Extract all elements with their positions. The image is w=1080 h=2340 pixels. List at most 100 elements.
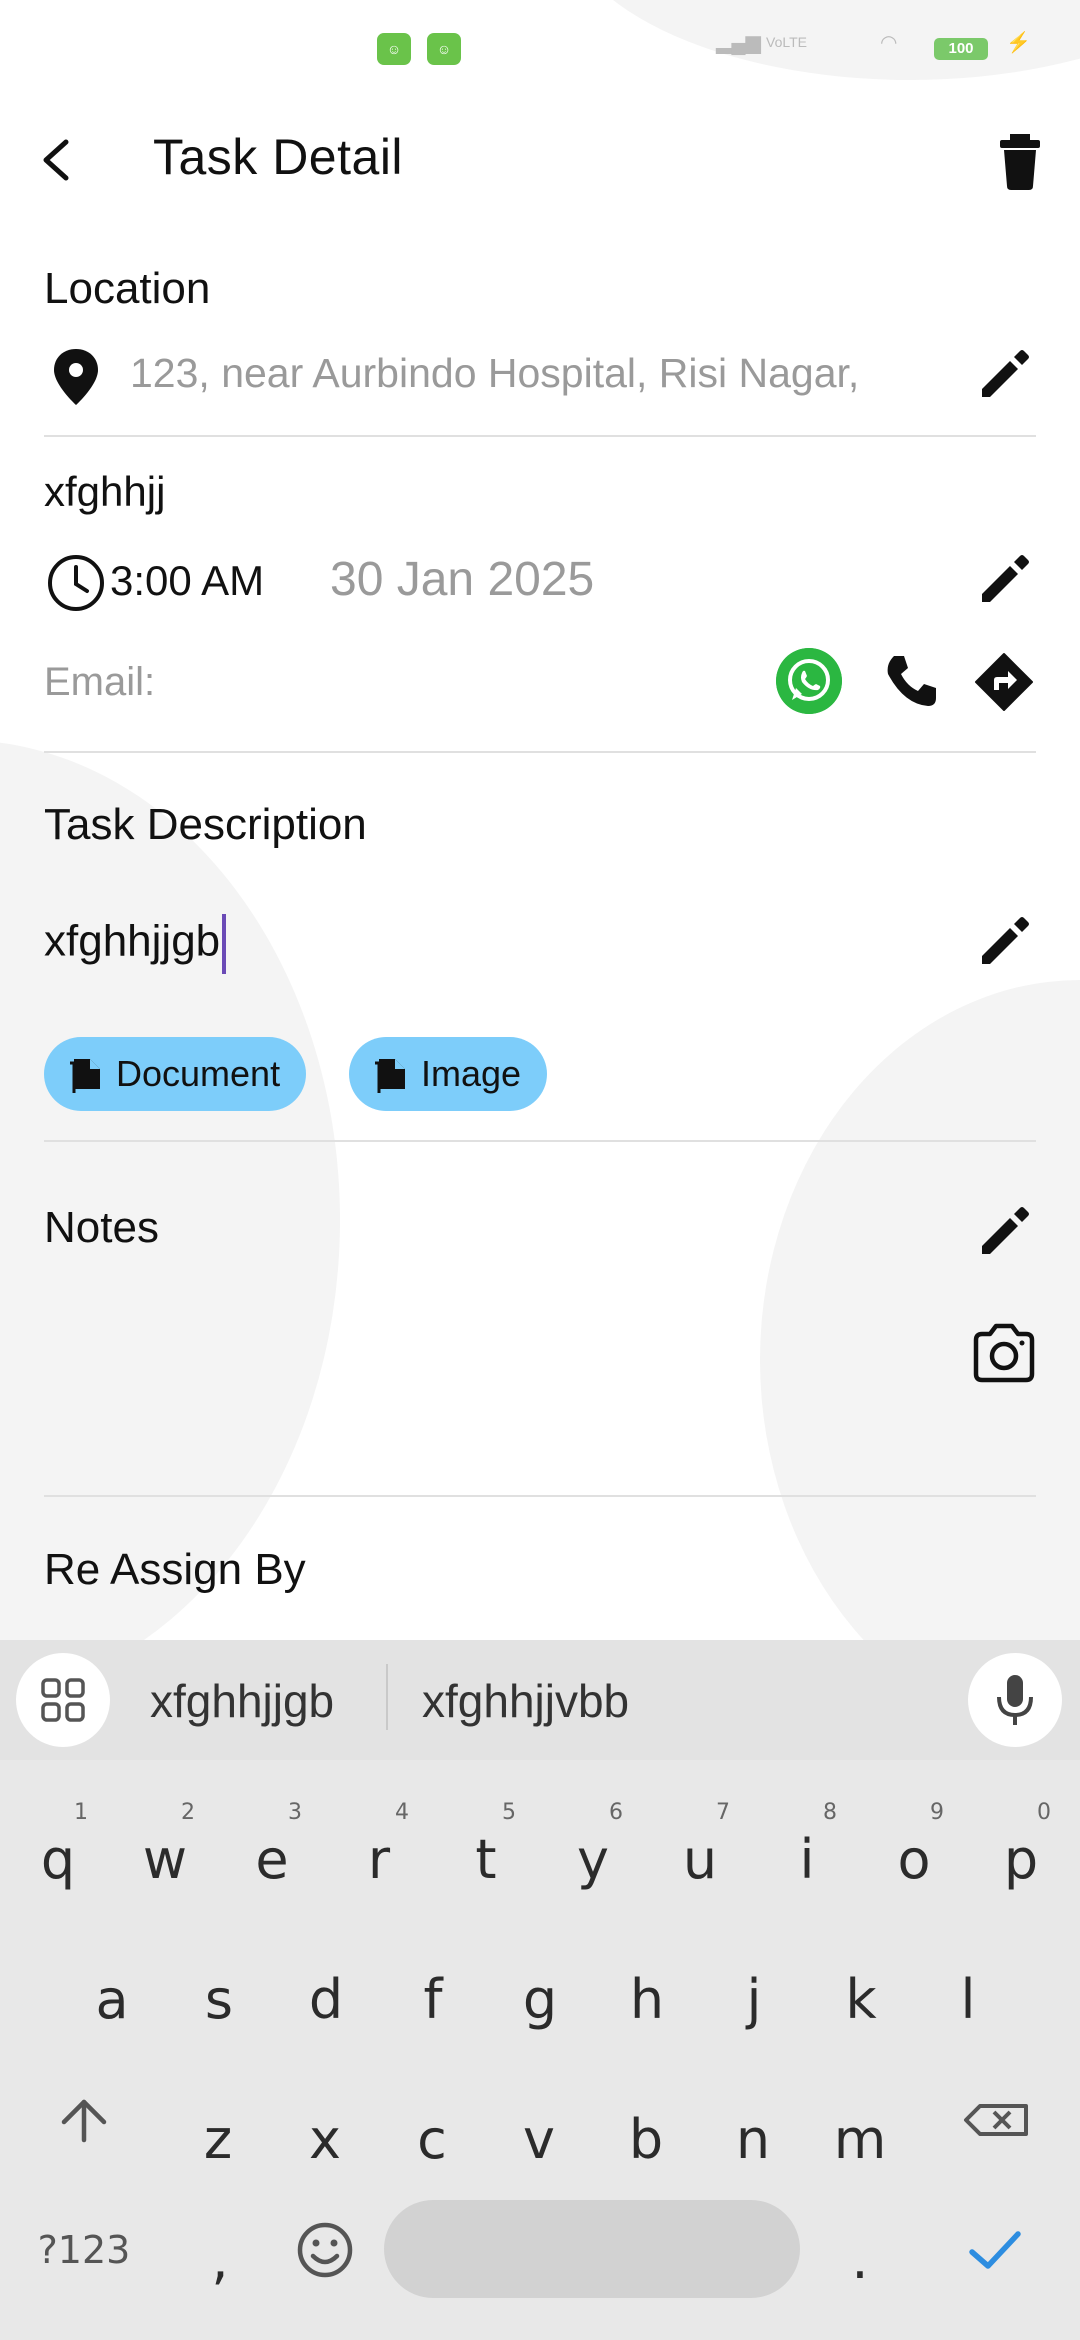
key-s[interactable]: s (169, 1930, 269, 2050)
task-description-heading: Task Description (44, 800, 367, 849)
key-r[interactable]: r4 (329, 1790, 429, 1910)
key-label: q (40, 1828, 76, 1891)
trash-icon[interactable] (990, 128, 1050, 192)
check-icon (969, 2231, 1021, 2269)
task-date: 30 Jan 2025 (330, 553, 595, 606)
space-key[interactable] (384, 2200, 800, 2298)
key-label: h (629, 1968, 665, 2031)
key-hint: 6 (609, 1800, 623, 1825)
edit-description-icon[interactable] (972, 910, 1036, 974)
key-i[interactable]: i8 (757, 1790, 857, 1910)
key-hint: 3 (288, 1800, 302, 1825)
key-hint: 9 (930, 1800, 944, 1825)
key-l[interactable]: l (918, 1930, 1018, 2050)
edit-schedule-icon[interactable] (972, 548, 1036, 612)
key-label: i (799, 1828, 815, 1891)
wifi-icon: ◠ (880, 32, 898, 54)
key-label: d (308, 1968, 344, 2031)
phone-icon[interactable] (880, 650, 942, 712)
key-label: w (142, 1828, 188, 1891)
key-hint: 2 (181, 1800, 195, 1825)
key-label: j (746, 1968, 762, 2031)
key-w[interactable]: w2 (115, 1790, 215, 1910)
notification-icon: ☺ (377, 33, 411, 65)
comma-key[interactable]: , (170, 2190, 270, 2310)
key-h[interactable]: h (597, 1930, 697, 2050)
network-label: VoLTE (766, 34, 807, 50)
suggestion-1[interactable]: xfghhjjgb (150, 1674, 334, 1728)
emoji-key[interactable] (275, 2190, 375, 2310)
document-chip[interactable]: Document (44, 1037, 307, 1111)
confirm-key[interactable] (944, 2190, 1044, 2310)
key-n[interactable]: n (703, 2070, 803, 2190)
key-label: b (628, 2108, 664, 2171)
back-arrow-icon[interactable] (30, 128, 90, 192)
grid-icon (41, 1678, 85, 1722)
key-label: m (833, 2108, 887, 2171)
divider (44, 1495, 1036, 1497)
symbols-key[interactable]: ?123 (34, 2190, 134, 2310)
background-shape (0, 740, 340, 1640)
key-label: l (960, 1968, 976, 2031)
backspace-icon (964, 2104, 1028, 2136)
location-address: 123, near Aurbindo Hospital, Risi Nagar, (130, 350, 860, 396)
location-pin-icon (54, 349, 98, 405)
key-label: v (523, 2108, 555, 2171)
key-c[interactable]: c (382, 2070, 482, 2190)
notification-icon: ☺ (427, 33, 461, 65)
key-hint: 7 (716, 1800, 730, 1825)
suggestion-bar: xfghhjjgb xfghhjjvbb (0, 1640, 1080, 1760)
emoji-icon (297, 2222, 353, 2278)
key-label: t (475, 1828, 497, 1891)
image-chip-label: Image (421, 1053, 522, 1094)
key-j[interactable]: j (704, 1930, 804, 2050)
whatsapp-icon[interactable] (776, 648, 842, 714)
key-z[interactable]: z (168, 2070, 268, 2190)
key-f[interactable]: f (383, 1930, 483, 2050)
edit-notes-icon[interactable] (972, 1200, 1036, 1264)
grid-button[interactable] (16, 1653, 110, 1747)
key-d[interactable]: d (276, 1930, 376, 2050)
key-m[interactable]: m (810, 2070, 910, 2190)
suggestion-divider (386, 1664, 388, 1730)
image-chip[interactable]: Image (349, 1037, 548, 1111)
shift-key[interactable] (34, 2060, 134, 2180)
document-chip-label: Document (116, 1053, 281, 1094)
task-description-input[interactable]: xfghhjjgb (44, 914, 227, 974)
key-o[interactable]: o9 (864, 1790, 964, 1910)
key-g[interactable]: g (490, 1930, 590, 2050)
directions-icon[interactable] (972, 650, 1036, 714)
key-label: f (423, 1968, 443, 2031)
mic-button[interactable] (968, 1653, 1062, 1747)
key-q[interactable]: q1 (8, 1790, 108, 1910)
location-heading: Location (44, 264, 211, 313)
key-label: s (204, 1968, 234, 2031)
suggestion-2[interactable]: xfghhjjvbb (422, 1674, 629, 1728)
clock-icon (48, 555, 104, 611)
email-label: Email: (44, 660, 156, 704)
key-label: n (735, 2108, 771, 2171)
camera-icon[interactable] (968, 1318, 1040, 1390)
key-u[interactable]: u7 (650, 1790, 750, 1910)
file-icon (375, 1059, 405, 1093)
key-x[interactable]: x (275, 2070, 375, 2190)
charging-icon: ⚡ (1006, 32, 1031, 54)
notes-heading: Notes (44, 1203, 159, 1252)
key-t[interactable]: t5 (436, 1790, 536, 1910)
key-a[interactable]: a (62, 1930, 162, 2050)
key-label: u (682, 1828, 718, 1891)
key-b[interactable]: b (596, 2070, 696, 2190)
signal-icon: ▂▄▆ (716, 32, 761, 54)
key-v[interactable]: v (489, 2070, 589, 2190)
backspace-key[interactable] (946, 2060, 1046, 2180)
key-k[interactable]: k (811, 1930, 911, 2050)
key-label: e (255, 1828, 289, 1891)
edit-location-icon[interactable] (972, 343, 1036, 407)
key-y[interactable]: y6 (543, 1790, 643, 1910)
key-hint: 0 (1037, 1800, 1051, 1825)
period-key[interactable]: . (810, 2190, 910, 2310)
key-p[interactable]: p0 (971, 1790, 1071, 1910)
key-e[interactable]: e3 (222, 1790, 322, 1910)
page-title: Task Detail (153, 129, 404, 185)
file-icon (70, 1059, 100, 1093)
